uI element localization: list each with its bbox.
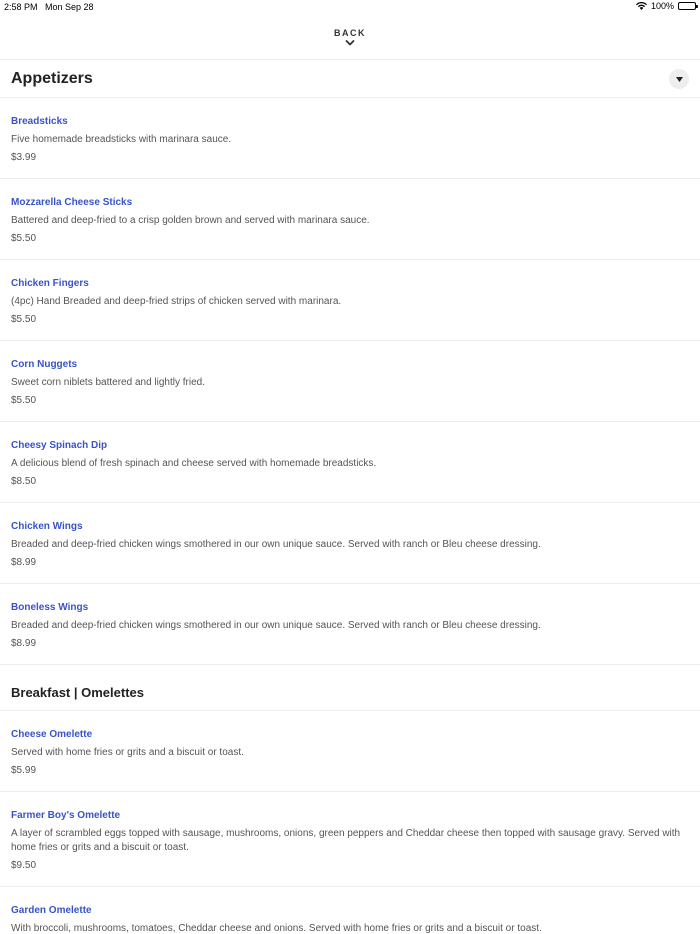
status-time: 2:58 PM	[4, 2, 38, 12]
battery-icon	[678, 2, 698, 10]
menu-item[interactable]: Garden Omelette With broccoli, mushrooms…	[0, 887, 700, 934]
item-price: $3.99	[11, 152, 37, 163]
item-price: $8.50	[11, 476, 37, 487]
menu-item[interactable]: Boneless Wings Breaded and deep-fried ch…	[0, 584, 700, 665]
item-name: Chicken Wings	[11, 521, 83, 532]
menu-item[interactable]: Mozzarella Cheese Sticks Battered and de…	[0, 179, 700, 260]
item-price: $8.99	[11, 557, 37, 568]
menu-item[interactable]: Chicken Fingers (4pc) Hand Breaded and d…	[0, 260, 700, 341]
item-name: Mozzarella Cheese Sticks	[11, 197, 133, 208]
menu-item[interactable]: Cheesy Spinach Dip A delicious blend of …	[0, 422, 700, 503]
item-price: $8.99	[11, 638, 37, 649]
item-description: Breaded and deep-fried chicken wings smo…	[11, 620, 541, 631]
wifi-icon	[635, 2, 647, 10]
section-header-appetizers: Appetizers	[0, 60, 700, 98]
item-description: Five homemade breadsticks with marinara …	[11, 134, 232, 145]
item-name: Cheesy Spinach Dip	[11, 440, 108, 451]
item-description: Battered and deep-fried to a crisp golde…	[11, 215, 370, 226]
chevron-down-icon	[345, 40, 355, 46]
item-name: Farmer Boy's Omelette	[11, 810, 121, 821]
battery-percent: 100%	[650, 1, 674, 11]
item-description: (4pc) Hand Breaded and deep-fried strips…	[11, 296, 342, 307]
item-description: Served with home fries or grits and a bi…	[11, 747, 244, 758]
menu-item[interactable]: Farmer Boy's Omelette A layer of scrambl…	[0, 792, 700, 887]
item-description: A delicious blend of fresh spinach and c…	[11, 458, 377, 469]
item-description: A layer of scrambled eggs topped with sa…	[11, 828, 681, 853]
item-price: $5.99	[11, 765, 37, 776]
menu-content: Appetizers Breadsticks Five homemade bre…	[0, 60, 700, 934]
status-right: 100%	[635, 1, 698, 11]
menu-item[interactable]: Breadsticks Five homemade breadsticks wi…	[0, 98, 700, 179]
item-name: Boneless Wings	[11, 602, 89, 613]
item-price: $9.50	[11, 860, 37, 871]
menu-item[interactable]: Corn Nuggets Sweet corn niblets battered…	[0, 341, 700, 422]
item-description: With broccoli, mushrooms, tomatoes, Ched…	[11, 923, 542, 934]
item-name: Chicken Fingers	[11, 278, 89, 289]
menu-item[interactable]: Cheese Omelette Served with home fries o…	[0, 711, 700, 792]
item-price: $5.50	[11, 395, 37, 406]
back-button[interactable]: BACK	[0, 20, 700, 60]
item-name: Breadsticks	[11, 116, 68, 127]
item-price: $5.50	[11, 314, 37, 325]
item-name: Corn Nuggets	[11, 359, 78, 370]
status-date: Mon Sep 28	[45, 2, 94, 12]
item-price: $5.50	[11, 233, 37, 244]
menu-item[interactable]: Chicken Wings Breaded and deep-fried chi…	[0, 503, 700, 584]
back-label: BACK	[334, 28, 366, 38]
item-description: Breaded and deep-fried chicken wings smo…	[11, 539, 541, 550]
status-bar: 2:58 PM Mon Sep 28 100%	[0, 0, 700, 14]
item-name: Garden Omelette	[11, 905, 92, 916]
section-title: Breakfast | Omelettes	[11, 685, 144, 700]
section-header-breakfast-omelettes: Breakfast | Omelettes	[0, 665, 700, 711]
caret-down-icon	[675, 76, 683, 82]
section-title: Appetizers	[11, 70, 93, 87]
item-name: Cheese Omelette	[11, 729, 93, 740]
item-description: Sweet corn niblets battered and lightly …	[11, 377, 205, 388]
collapse-button[interactable]	[669, 69, 689, 89]
